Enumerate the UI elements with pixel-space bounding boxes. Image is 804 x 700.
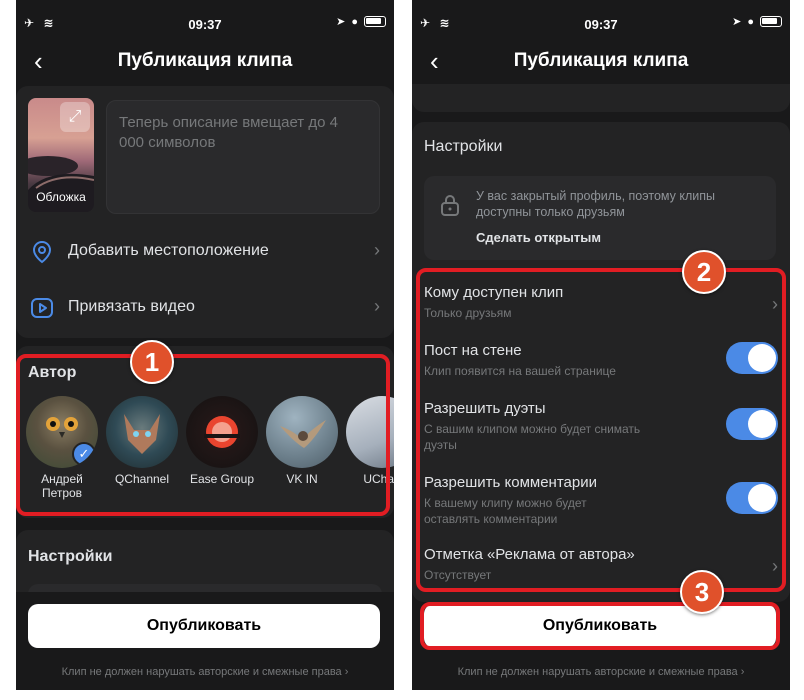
battery-icon	[364, 16, 386, 27]
publish-button[interactable]: Опубликовать	[28, 604, 380, 648]
location-arrow-icon: ➤	[732, 16, 742, 28]
cover-thumbnail[interactable]: ⤢ Обложка	[28, 98, 94, 212]
location-arrow-icon: ➤	[336, 16, 346, 28]
copyright-link[interactable]: Клип не должен нарушать авторские и смеж…	[16, 666, 394, 678]
cover-label: Обложка	[36, 190, 86, 204]
nav-bar: ‹ Публикация клипа	[412, 40, 790, 84]
chevron-right-icon: ›	[374, 240, 380, 260]
previous-card-edge	[412, 84, 790, 112]
step-marker-3: 3	[680, 570, 724, 614]
attach-video-row[interactable]: Привязать видео ›	[16, 282, 394, 338]
chevron-right-icon: ›	[374, 296, 380, 316]
location-pin-icon	[32, 240, 52, 264]
lock-icon	[441, 195, 459, 216]
add-location-row[interactable]: Добавить местоположение ›	[16, 226, 394, 282]
highlight-box-publish	[420, 602, 780, 650]
status-bar: ✈ ≋ 09:37 ➤ ●	[412, 0, 790, 40]
highlight-box-author	[16, 354, 390, 516]
make-public-link[interactable]: Сделать открытым	[476, 230, 601, 245]
private-profile-text: У вас закрытый профиль, поэтому клипы до…	[476, 189, 715, 219]
left-phone-screen: ✈ ≋ 09:37 ➤ ● ‹ Публикация клипа ⤢ Облож…	[16, 0, 394, 690]
expand-icon[interactable]: ⤢	[60, 102, 90, 132]
settings-section-title: Настройки	[424, 138, 503, 155]
step-marker-1: 1	[130, 340, 174, 384]
status-right-icons: ➤ ●	[732, 15, 782, 28]
page-title: Публикация клипа	[513, 50, 689, 71]
person-icon: ●	[747, 15, 754, 28]
description-input[interactable]: Теперь описание вмещает до 4 000 символо…	[106, 100, 380, 214]
copyright-link[interactable]: Клип не должен нарушать авторские и смеж…	[412, 666, 790, 678]
attach-video-label: Привязать видео	[68, 298, 195, 315]
highlight-box-options	[416, 268, 786, 592]
step-marker-2: 2	[682, 250, 726, 294]
page-title: Публикация клипа	[117, 50, 293, 71]
nav-bar: ‹ Публикация клипа	[16, 40, 394, 84]
play-square-icon	[31, 298, 53, 318]
person-icon: ●	[351, 15, 358, 28]
settings-section-title: Настройки	[28, 548, 113, 565]
status-right-icons: ➤ ●	[336, 15, 386, 28]
status-bar: ✈ ≋ 09:37 ➤ ●	[16, 0, 394, 40]
add-location-label: Добавить местоположение	[68, 242, 269, 259]
battery-icon	[760, 16, 782, 27]
private-profile-notice: У вас закрытый профиль, поэтому клипы до…	[424, 176, 776, 260]
